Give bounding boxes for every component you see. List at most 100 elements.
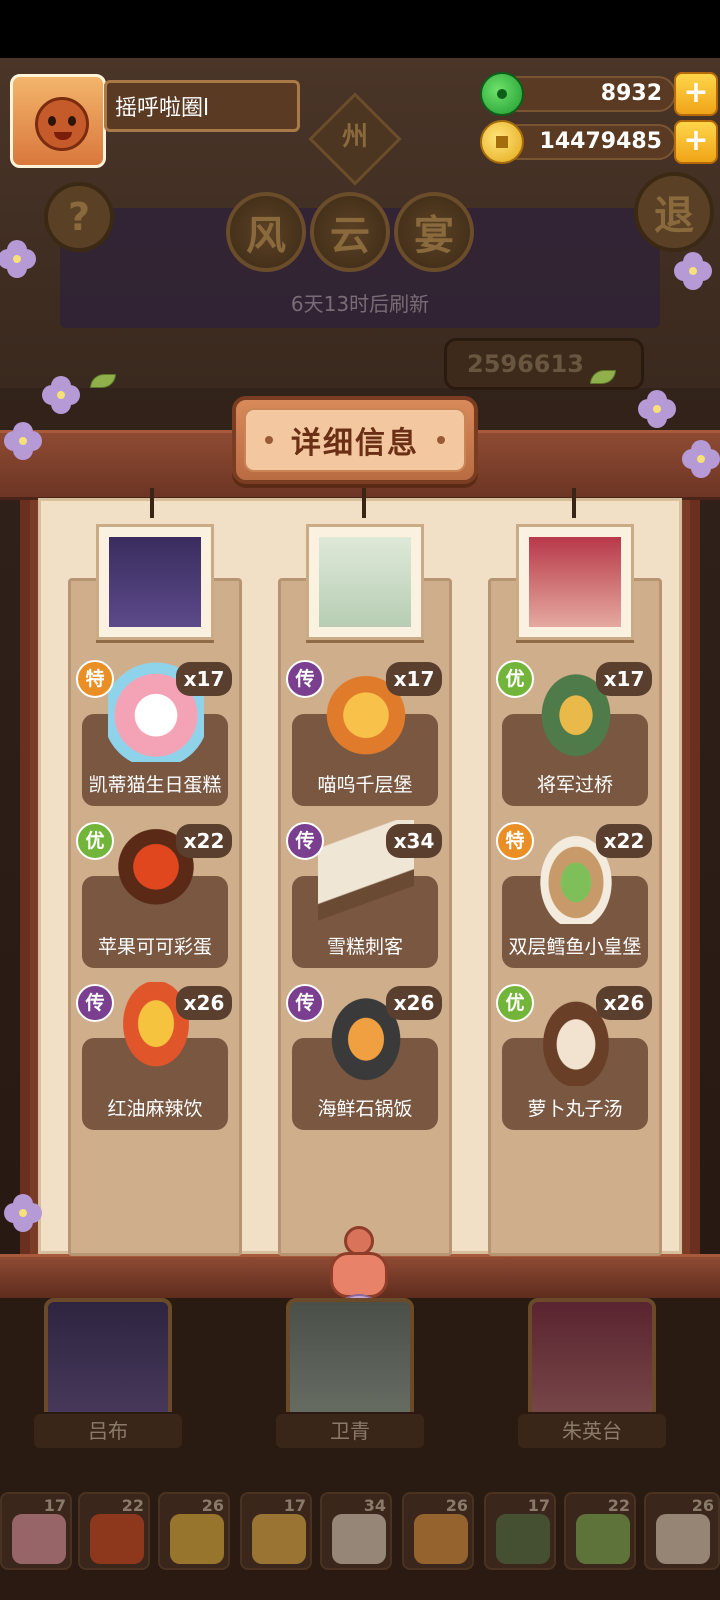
chef-card-lubu[interactable] xyxy=(44,1298,172,1430)
stone-pot-rice-icon xyxy=(414,1514,468,1564)
tray-slot[interactable]: 17 xyxy=(484,1492,556,1570)
add-jade-button[interactable]: + xyxy=(674,72,718,116)
dish-card[interactable]: 优 x17 将军过桥 xyxy=(496,658,652,810)
status-bar xyxy=(0,0,720,58)
dish-card[interactable]: 传 x17 喵呜千层堡 xyxy=(286,658,442,810)
dish-card[interactable]: 传 x26 海鲜石锅饭 xyxy=(286,982,442,1134)
rarity-badge: 特 xyxy=(496,822,534,860)
player-avatar[interactable] xyxy=(10,74,106,168)
details-title-plaque: 详细信息 xyxy=(232,396,478,484)
rarity-badge: 传 xyxy=(286,822,324,860)
lubu-portrait-icon xyxy=(109,537,201,627)
details-title-text: 详细信息 xyxy=(291,426,419,461)
slot-count: 26 xyxy=(201,1496,224,1515)
chef-name-zhuyingtai: 朱英台 xyxy=(516,1412,668,1450)
hang-string xyxy=(362,488,366,518)
chef-name-weiqing: 卫青 xyxy=(274,1412,426,1450)
layer-burger-icon xyxy=(252,1514,306,1564)
jade-currency: 8932 + xyxy=(480,72,718,116)
knot-weave xyxy=(330,1252,388,1298)
dish-card[interactable]: 特 x17 凯蒂猫生日蛋糕 xyxy=(76,658,232,810)
details-title: 详细信息 xyxy=(244,408,466,472)
flower-icon xyxy=(6,424,40,458)
chef-name-lubu: 吕布 xyxy=(32,1412,184,1450)
general-noodle-icon xyxy=(496,1514,550,1564)
rarity-badge: 优 xyxy=(496,660,534,698)
dish-card[interactable]: 传 x26 红油麻辣饮 xyxy=(76,982,232,1134)
chef-portrait-weiqing[interactable] xyxy=(306,524,424,640)
flower-icon xyxy=(640,392,674,426)
flower-icon xyxy=(0,242,34,276)
slot-count: 26 xyxy=(691,1496,714,1515)
flower-icon xyxy=(6,1196,40,1230)
tray-slot[interactable]: 34 xyxy=(320,1492,392,1570)
hang-string xyxy=(572,488,576,518)
rarity-badge: 优 xyxy=(76,822,114,860)
tray-slot[interactable]: 26 xyxy=(644,1492,720,1570)
dish-count: x26 xyxy=(386,986,442,1020)
chef-card-weiqing[interactable] xyxy=(286,1298,414,1430)
tray-slot[interactable]: 22 xyxy=(78,1492,150,1570)
slot-count: 22 xyxy=(607,1496,630,1515)
tray-slot[interactable]: 17 xyxy=(240,1492,312,1570)
avatar-face-icon xyxy=(35,97,89,151)
jade-icon xyxy=(480,72,524,116)
add-coin-button[interactable]: + xyxy=(674,120,718,164)
dish-name: 凯蒂猫生日蛋糕 xyxy=(88,774,222,796)
player-name: 摇呼啦圈l xyxy=(104,80,300,132)
dish-name: 喵呜千层堡 xyxy=(317,774,413,796)
rarity-badge: 特 xyxy=(76,660,114,698)
dish-name: 雪糕刺客 xyxy=(326,936,403,958)
hang-string xyxy=(150,488,154,518)
title-char-yun: 云 xyxy=(310,192,390,272)
birthday-cake-icon xyxy=(12,1514,66,1564)
title-char-feng: 风 xyxy=(226,192,306,272)
dish-count: x17 xyxy=(176,662,232,696)
weiqing-portrait-icon xyxy=(319,537,411,627)
title-char-yan: 宴 xyxy=(394,192,474,272)
dish-name: 双层鳕鱼小皇堡 xyxy=(508,936,642,958)
chef-portrait-zhuyingtai[interactable] xyxy=(516,524,634,640)
coin-icon xyxy=(480,120,524,164)
zhuyingtai-portrait-icon xyxy=(529,537,621,627)
zhou-label: 州 xyxy=(341,122,368,152)
refresh-timer: 6天13时后刷新 xyxy=(290,292,430,316)
game-scene: 州 ? 退 风 云 宴 6天13时后刷新 2596613 摇呼啦圈l 8932 … xyxy=(0,58,720,1600)
dish-card[interactable]: 特 x22 双层鳕鱼小皇堡 xyxy=(496,820,652,972)
cod-burger-icon xyxy=(576,1514,630,1564)
coin-currency: 14479485 + xyxy=(480,120,718,164)
slot-count: 17 xyxy=(527,1496,550,1515)
dish-count: x26 xyxy=(596,986,652,1020)
rarity-badge: 传 xyxy=(286,660,324,698)
dish-count: x26 xyxy=(176,986,232,1020)
rarity-badge: 优 xyxy=(496,984,534,1022)
dish-name: 海鲜石锅饭 xyxy=(317,1098,413,1120)
dish-name: 萝卜丸子汤 xyxy=(527,1098,623,1120)
flower-icon xyxy=(684,442,718,476)
jade-amount: 8932 xyxy=(500,76,676,112)
tray-slot[interactable]: 26 xyxy=(158,1492,230,1570)
dish-count: x34 xyxy=(386,824,442,858)
exit-button[interactable]: 退 xyxy=(634,172,714,252)
dish-card[interactable]: 传 x34 雪糕刺客 xyxy=(286,820,442,972)
coin-amount: 14479485 xyxy=(500,124,676,160)
slot-count: 17 xyxy=(43,1496,66,1515)
slot-count: 17 xyxy=(283,1496,306,1515)
score-plate: 2596613 xyxy=(444,338,644,390)
dish-count: x22 xyxy=(176,824,232,858)
dish-card[interactable]: 优 x22 苹果可可彩蛋 xyxy=(76,820,232,972)
flower-icon xyxy=(44,378,78,412)
score-value: 2596613 xyxy=(467,350,584,378)
tray-slot[interactable]: 17 xyxy=(0,1492,72,1570)
tray-slot[interactable]: 26 xyxy=(402,1492,474,1570)
dish-count: x17 xyxy=(386,662,442,696)
chef-portrait-lubu[interactable] xyxy=(96,524,214,640)
chef-card-zhuyingtai[interactable] xyxy=(528,1298,656,1430)
slot-count: 22 xyxy=(121,1496,144,1515)
ice-cream-icon xyxy=(332,1514,386,1564)
help-button[interactable]: ? xyxy=(44,182,114,252)
tray-slot[interactable]: 22 xyxy=(564,1492,636,1570)
dish-card[interactable]: 优 x26 萝卜丸子汤 xyxy=(496,982,652,1134)
rarity-badge: 传 xyxy=(76,984,114,1022)
dish-name: 苹果可可彩蛋 xyxy=(97,936,212,958)
